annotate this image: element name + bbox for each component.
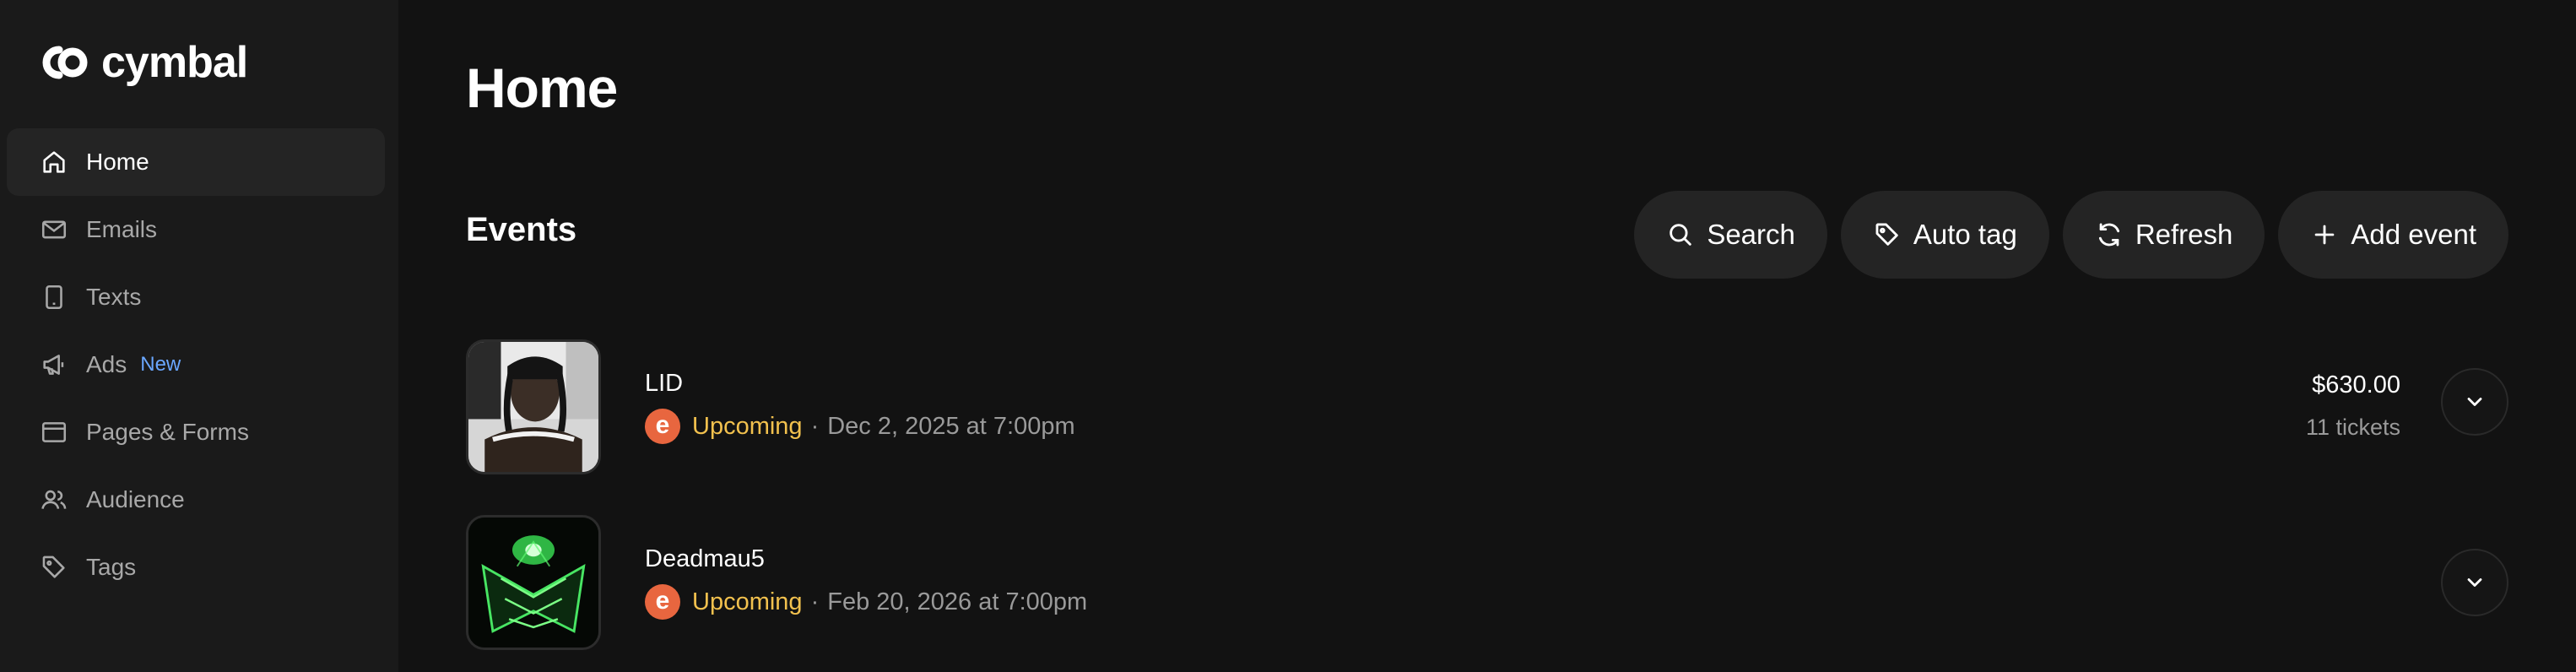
sidebar-item-pages-forms[interactable]: Pages & Forms [7,398,385,466]
main-content: Home Events Search Auto tag Refresh Add … [398,0,2576,672]
sidebar-nav: Home Emails Texts Ads New Pages & Forms … [7,128,385,601]
plus-icon [2315,225,2335,245]
sidebar-item-label: Audience [86,486,185,512]
mail-icon [39,214,69,245]
sidebar-item-label: Pages & Forms [86,419,249,445]
sidebar-item-ads[interactable]: Ads New [7,331,385,398]
event-name: Deadmau5 [645,545,765,572]
home-icon [39,147,69,177]
auto-tag-button[interactable]: Auto tag [1840,191,2049,279]
page-title: Home [466,57,618,119]
cymbal-logo-icon [42,46,88,79]
add-event-button-label: Add event [2351,219,2476,250]
event-status: Upcoming [692,412,803,440]
sidebar-item-label: Ads [86,351,127,377]
search-button-label: Search [1707,219,1795,250]
expand-event-button[interactable] [2441,549,2508,616]
meta-separator: · [810,588,820,615]
search-icon [1670,224,1692,246]
sidebar-item-label: Tags [86,554,137,580]
chevron-down-icon [2467,398,2482,406]
event-row[interactable]: Deadmau5 e Upcoming · Feb 20, 2026 at 7:… [466,515,2508,650]
eventbrite-badge-icon: e [645,409,680,444]
brand-name: cymbal [101,38,248,87]
event-status: Upcoming [692,588,803,615]
sidebar: cymbal Home Emails Texts Ads New Pages &… [0,0,398,672]
event-image-portrait [468,342,598,472]
event-image-stage [468,518,598,648]
search-button[interactable]: Search [1634,191,1827,279]
events-section-title: Events [466,211,577,248]
event-meta: e Upcoming · Feb 20, 2026 at 7:00pm [645,584,1087,620]
auto-tag-button-label: Auto tag [1913,219,2017,250]
sidebar-item-texts[interactable]: Texts [7,263,385,331]
eventbrite-badge-letter: e [655,411,670,439]
megaphone-icon [39,350,69,380]
refresh-button-label: Refresh [2135,219,2233,250]
event-date: Feb 20, 2026 at 7:00pm [827,588,1088,615]
refresh-icon [2098,223,2119,247]
event-row[interactable]: LID e Upcoming · Dec 2, 2025 at 7:00pm $… [466,339,2508,474]
phone-icon [39,282,69,312]
event-thumbnail [466,515,601,650]
event-name: LID [645,370,684,397]
expand-event-button[interactable] [2441,368,2508,436]
sidebar-item-audience[interactable]: Audience [7,466,385,534]
event-revenue: $630.00 [2312,371,2400,398]
meta-separator: · [810,412,820,440]
sidebar-item-label: Emails [86,216,158,242]
tag-icon [1875,223,1898,246]
brand-logo[interactable]: cymbal [34,37,248,88]
app-window: cymbal Home Emails Texts Ads New Pages &… [0,0,2576,672]
new-badge: New [140,353,181,376]
sidebar-item-label: Home [86,149,149,175]
refresh-button[interactable]: Refresh [2062,191,2265,279]
event-ticket-count: 11 tickets [2305,415,2400,440]
event-thumbnail [466,339,601,474]
eventbrite-badge-letter: e [655,587,670,615]
add-event-button[interactable]: Add event [2278,191,2508,279]
sidebar-item-emails[interactable]: Emails [7,196,385,263]
sidebar-item-home[interactable]: Home [7,128,385,196]
users-icon [39,485,69,515]
event-date: Dec 2, 2025 at 7:00pm [827,412,1075,440]
tag-icon [39,552,69,583]
event-meta: e Upcoming · Dec 2, 2025 at 7:00pm [645,409,1075,444]
eventbrite-badge-icon: e [645,584,680,620]
chevron-down-icon [2467,578,2482,587]
sidebar-item-label: Texts [86,284,142,310]
sidebar-item-tags[interactable]: Tags [7,534,385,601]
browser-window-icon [39,417,69,447]
events-toolbar: Search Auto tag Refresh Add event [1634,191,2508,279]
event-sales-summary: $630.00 11 tickets [2306,371,2400,441]
